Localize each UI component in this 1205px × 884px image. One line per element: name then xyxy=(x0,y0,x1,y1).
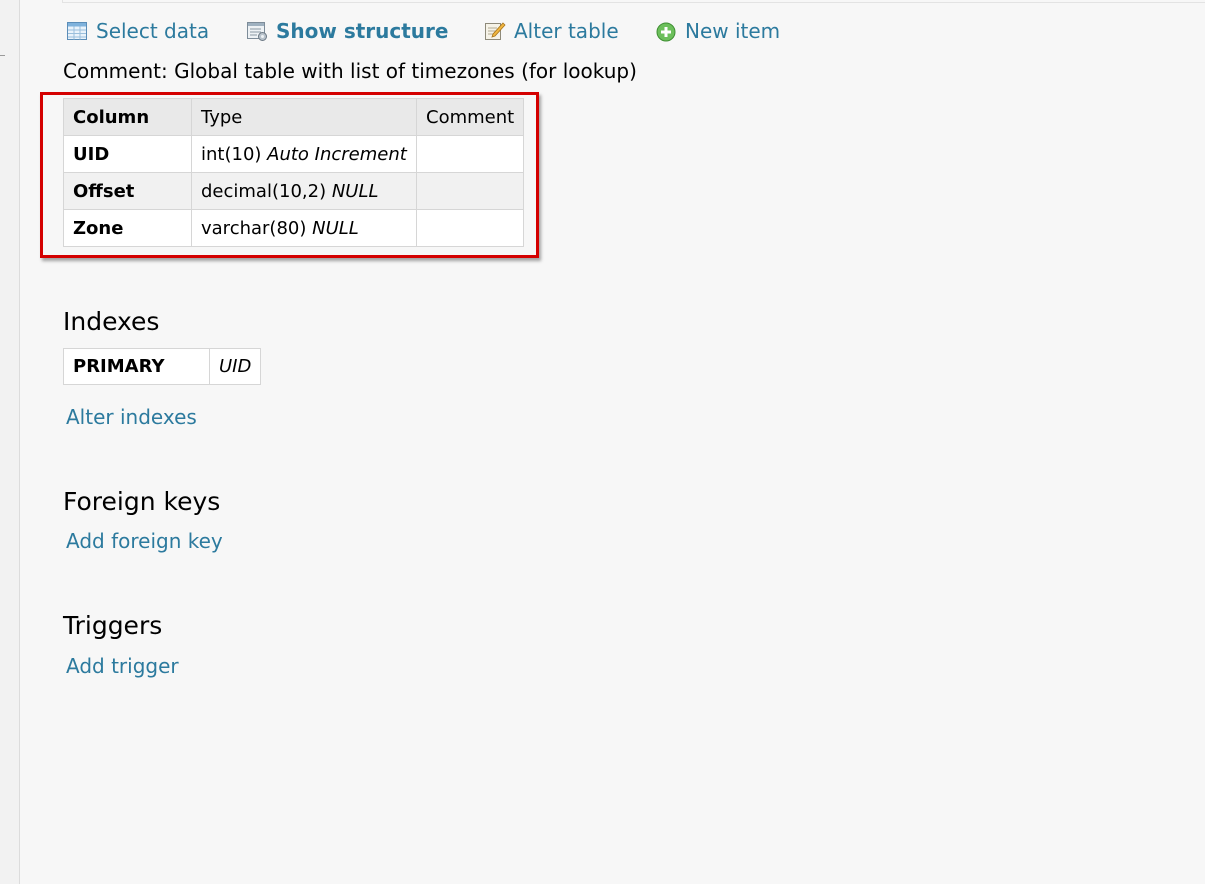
table-row: UID int(10) Auto Increment xyxy=(63,135,525,173)
table-row: Offset decimal(10,2) NULL xyxy=(63,172,525,210)
table-icon xyxy=(66,20,88,42)
type-header: Type xyxy=(191,98,417,136)
index-columns: UID xyxy=(208,348,262,385)
edit-icon xyxy=(484,20,506,42)
table-row: Zone varchar(80) NULL xyxy=(63,209,525,247)
column-type: decimal(10,2) NULL xyxy=(191,172,417,210)
column-name: Offset xyxy=(63,172,192,210)
add-trigger-link[interactable]: Add trigger xyxy=(66,653,179,679)
show-structure-link[interactable]: Show structure xyxy=(246,18,448,44)
new-item-label: New item xyxy=(685,19,781,43)
new-item-link[interactable]: New item xyxy=(655,18,780,44)
column-comment xyxy=(415,135,525,173)
select-data-label: Select data xyxy=(96,19,210,43)
show-structure-label: Show structure xyxy=(276,19,449,43)
select-data-link[interactable]: Select data xyxy=(66,18,209,44)
alter-table-link[interactable]: Alter table xyxy=(484,18,619,44)
structure-table: Column Type Comment UID int(10) Auto Inc… xyxy=(63,98,525,247)
type-value: varchar(80) xyxy=(201,217,307,239)
type-value: int(10) xyxy=(201,143,262,165)
type-extra: Auto Increment xyxy=(267,143,407,165)
type-extra: NULL xyxy=(312,217,359,239)
left-sidebar-edge xyxy=(0,0,20,884)
structure-icon xyxy=(246,20,268,42)
column-type: int(10) Auto Increment xyxy=(191,135,417,173)
plus-circle-icon xyxy=(655,20,677,42)
table-comment: Comment: Global table with list of timez… xyxy=(63,59,637,83)
column-comment xyxy=(415,209,525,247)
column-header: Column xyxy=(63,98,192,136)
alter-indexes-link[interactable]: Alter indexes xyxy=(66,404,197,430)
top-border xyxy=(62,0,1205,3)
column-name: Zone xyxy=(63,209,192,247)
column-type: varchar(80) NULL xyxy=(191,209,417,247)
foreign-keys-heading: Foreign keys xyxy=(63,487,221,516)
index-type: PRIMARY xyxy=(63,348,210,385)
sidebar-divider xyxy=(0,55,5,56)
table-row: PRIMARY UID xyxy=(63,348,262,385)
indexes-table: PRIMARY UID xyxy=(63,348,262,385)
structure-header-row: Column Type Comment xyxy=(63,98,525,136)
comment-header: Comment xyxy=(415,98,525,136)
column-comment xyxy=(415,172,525,210)
alter-table-label: Alter table xyxy=(514,19,619,43)
type-extra: NULL xyxy=(331,180,379,202)
type-value: decimal(10,2) xyxy=(201,180,327,202)
add-foreign-key-link[interactable]: Add foreign key xyxy=(66,528,223,554)
column-name: UID xyxy=(63,135,192,173)
triggers-heading: Triggers xyxy=(63,611,163,640)
indexes-heading: Indexes xyxy=(63,307,160,336)
